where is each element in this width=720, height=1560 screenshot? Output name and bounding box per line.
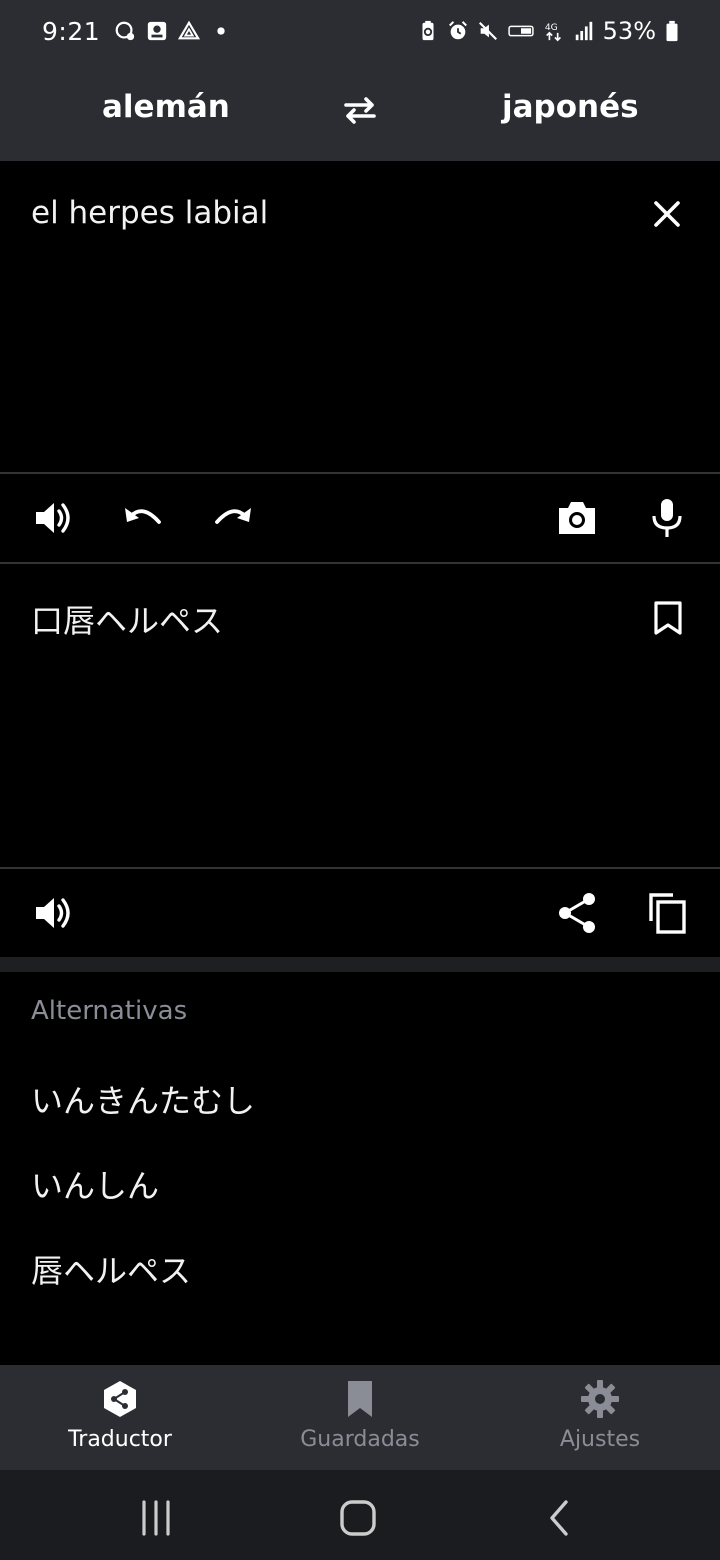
source-language-button[interactable]: alemán: [102, 89, 230, 125]
translation-area: 口唇ヘルペス: [0, 564, 720, 868]
section-separator: [0, 957, 720, 972]
battery-saver-icon: [422, 20, 434, 41]
target-language-button[interactable]: japonés: [502, 89, 639, 125]
camera-icon[interactable]: [555, 496, 599, 540]
alarm-icon: [448, 21, 467, 40]
undo-icon[interactable]: [121, 496, 165, 540]
alternative-item[interactable]: 唇ヘルペス: [31, 1246, 191, 1292]
output-toolbar: [0, 869, 720, 957]
alternative-item[interactable]: いんきんたむし: [31, 1076, 255, 1122]
status-left-icons: [114, 20, 232, 42]
dot-icon: [217, 27, 225, 35]
microphone-icon[interactable]: [645, 496, 689, 540]
status-right: 4G 53%: [417, 17, 680, 45]
nav-tab-guardadas[interactable]: Guardadas: [240, 1365, 480, 1470]
nav-tab-ajustes[interactable]: Ajustes: [480, 1365, 720, 1470]
back-icon[interactable]: [540, 1498, 580, 1538]
input-toolbar: [0, 474, 720, 562]
alternatives-title: Alternativas: [31, 996, 188, 1026]
mute-icon: [478, 21, 497, 41]
status-time: 9:21: [42, 16, 101, 46]
translator-logo-icon: [104, 1381, 136, 1417]
nav-label: Traductor: [68, 1427, 172, 1452]
bookmark-icon[interactable]: [650, 600, 686, 636]
gear-icon: [581, 1380, 619, 1418]
battery-percent: 53%: [602, 17, 656, 45]
nav-tab-traductor[interactable]: Traductor: [0, 1365, 240, 1470]
status-bar: 9:21 4G 53%: [0, 0, 720, 62]
copy-icon[interactable]: [645, 891, 689, 935]
language-bar: alemán japonés: [0, 62, 720, 161]
svg-text:4G: 4G: [544, 22, 557, 33]
alternative-item[interactable]: いんしん: [31, 1161, 159, 1207]
close-icon[interactable]: [650, 197, 684, 231]
home-icon[interactable]: [338, 1498, 378, 1538]
system-navigation-bar: [0, 1470, 720, 1560]
speaker-icon[interactable]: [31, 891, 75, 935]
swap-arrows-icon[interactable]: [340, 90, 380, 130]
nav-label: Guardadas: [300, 1427, 420, 1452]
volte-icon: [508, 25, 534, 37]
bookmark-filled-icon: [348, 1381, 372, 1417]
redo-icon[interactable]: [211, 496, 255, 540]
battery-icon: [666, 20, 678, 42]
4g-icon: 4G: [544, 22, 561, 42]
speaker-icon[interactable]: [31, 496, 75, 540]
source-text-area[interactable]: el herpes labial: [0, 161, 720, 473]
nav-label: Ajustes: [559, 1427, 641, 1452]
square-app-icon: [147, 21, 167, 41]
recents-icon[interactable]: [136, 1498, 176, 1538]
source-text[interactable]: el herpes labial: [31, 195, 268, 231]
share-icon[interactable]: [555, 891, 599, 935]
signal-icon: [575, 21, 592, 41]
triangle-app-icon: [178, 20, 201, 40]
translation-text: 口唇ヘルペス: [31, 602, 224, 640]
chat-bubble-icon: [115, 21, 135, 41]
bottom-navigation: Traductor Guardadas Ajustes: [0, 1365, 720, 1470]
